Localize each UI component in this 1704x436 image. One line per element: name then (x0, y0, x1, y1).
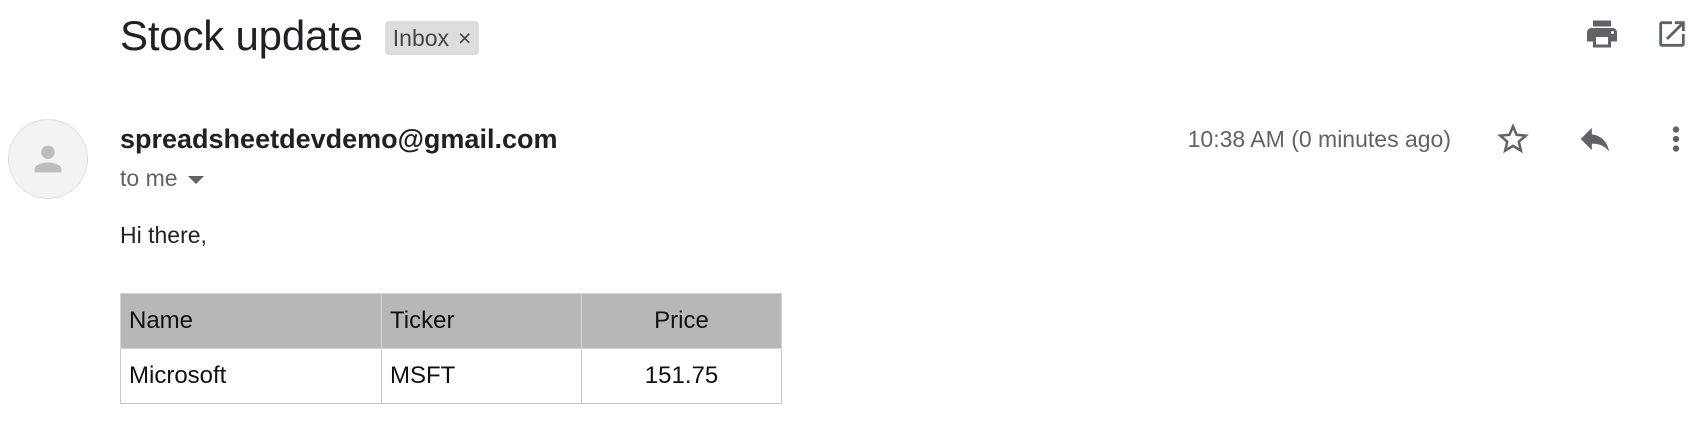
remove-label-icon[interactable]: × (458, 26, 471, 50)
open-in-new-window-button[interactable] (1652, 14, 1692, 54)
message-greeting: Hi there, (120, 222, 207, 248)
column-header-price: Price (581, 293, 782, 349)
print-icon (1587, 20, 1617, 48)
recipient-details-toggle[interactable]: to me (120, 165, 204, 192)
more-options-button[interactable] (1656, 119, 1696, 159)
column-header-name: Name (120, 293, 382, 349)
email-timestamp: 10:38 AM (0 minutes ago) (1187, 126, 1451, 152)
email-subject: Stock update (120, 12, 363, 59)
stock-table: Name Ticker Price Microsoft MSFT 151.75 (120, 293, 782, 404)
sender-avatar[interactable] (8, 119, 88, 199)
reply-button[interactable] (1575, 119, 1615, 159)
inbox-label-chip[interactable]: Inbox × (384, 21, 480, 55)
table-row: Microsoft MSFT 151.75 (120, 348, 782, 404)
subject-row: Stock update Inbox × (120, 6, 480, 66)
dropdown-caret-icon (187, 176, 204, 184)
label-chip-text: Inbox (392, 24, 450, 51)
more-vertical-icon (1672, 126, 1680, 152)
table-header-row: Name Ticker Price (120, 293, 782, 349)
person-icon (34, 145, 62, 173)
header-actions (1504, 14, 1704, 54)
star-outline-icon (1497, 123, 1529, 154)
open-in-new-window-icon (1659, 21, 1685, 47)
cell-price: 151.75 (581, 348, 782, 404)
reply-icon (1580, 127, 1610, 152)
sender-address[interactable]: spreadsheetdevdemo@gmail.com (120, 124, 557, 155)
recipient-text: to me (120, 165, 178, 191)
cell-ticker: MSFT (381, 348, 582, 404)
print-all-button[interactable] (1582, 14, 1622, 54)
cell-name: Microsoft (120, 348, 382, 404)
email-view: Stock update Inbox × spreadsheetdevdemo@… (0, 0, 1704, 436)
star-button[interactable] (1493, 119, 1533, 159)
column-header-ticker: Ticker (381, 293, 582, 349)
